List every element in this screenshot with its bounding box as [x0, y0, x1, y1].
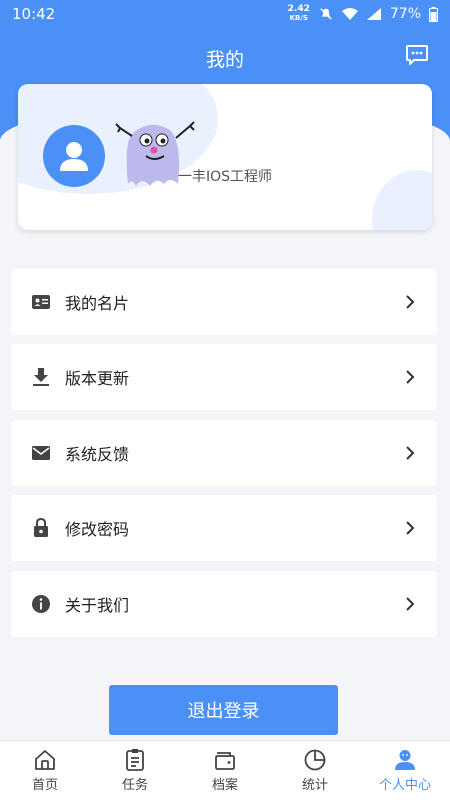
chevron-right-icon: [406, 521, 415, 535]
tab-label: 首页: [31, 778, 58, 793]
status-bar: 10:42 2.42 KB/S 77%: [0, 0, 450, 28]
title-bar: 我的: [0, 40, 450, 76]
status-icons: 2.42 KB/S 77%: [288, 5, 438, 23]
status-time: 10:42: [12, 5, 56, 23]
menu-item-label: 修改密码: [65, 520, 130, 539]
info-icon: [31, 594, 51, 614]
tab-personal-center[interactable]: 个人中心: [360, 741, 450, 800]
card-decoration: [372, 170, 432, 230]
wifi-icon: [341, 8, 358, 20]
page-title: 我的: [205, 48, 244, 71]
network-speed-unit: KB/S: [289, 14, 308, 22]
mail-icon: [31, 443, 51, 463]
menu-item-label: 我的名片: [65, 294, 130, 313]
menu-item-label: 版本更新: [65, 369, 130, 388]
menu-item-change-password[interactable]: 修改密码: [11, 495, 437, 561]
message-icon: [406, 45, 428, 65]
menu-item-version-update[interactable]: 版本更新: [11, 344, 437, 410]
tab-label: 任务: [121, 778, 148, 793]
menu-item-label: 关于我们: [65, 596, 130, 615]
menu-item-feedback[interactable]: 系统反馈: [11, 420, 437, 486]
message-button[interactable]: [404, 42, 430, 68]
network-speed: 2.42 KB/S: [288, 5, 310, 23]
avatar[interactable]: [43, 125, 105, 187]
battery-percent: 77%: [389, 6, 421, 22]
tab-label: 个人中心: [378, 778, 431, 793]
chevron-right-icon: [406, 295, 415, 309]
battery-icon: [429, 6, 438, 22]
home-icon: [35, 750, 55, 770]
download-icon: [31, 367, 51, 387]
tab-statistics[interactable]: 统计: [270, 741, 360, 800]
profile-card[interactable]: 一丰IOS工程师: [18, 84, 432, 230]
menu-item-about-us[interactable]: 关于我们: [11, 571, 437, 637]
tab-label: 统计: [301, 778, 328, 793]
chevron-right-icon: [406, 597, 415, 611]
network-speed-value: 2.42: [287, 4, 310, 14]
lock-icon: [31, 518, 51, 538]
chevron-right-icon: [406, 370, 415, 384]
mute-icon: [320, 8, 332, 20]
tab-label: 档案: [211, 778, 238, 793]
bottom-tab-bar: 首页 任务 档案 统计 个人中心: [0, 740, 450, 800]
clipboard-icon: [126, 749, 144, 771]
user-avatar-icon: [60, 142, 88, 171]
user-role: 一丰IOS工程师: [178, 169, 273, 185]
tab-home[interactable]: 首页: [0, 741, 90, 800]
tab-archive[interactable]: 档案: [180, 741, 270, 800]
wallet-icon: [215, 752, 235, 770]
person-icon: [395, 750, 415, 770]
signal-icon: [366, 8, 381, 20]
menu-item-label: 系统反馈: [65, 445, 130, 464]
tab-tasks[interactable]: 任务: [90, 741, 180, 800]
chevron-right-icon: [406, 446, 415, 460]
id-card-icon: [31, 292, 51, 312]
pie-chart-icon: [304, 749, 326, 771]
logout-button[interactable]: 退出登录: [109, 685, 338, 735]
menu-item-business-card[interactable]: 我的名片: [11, 269, 437, 335]
